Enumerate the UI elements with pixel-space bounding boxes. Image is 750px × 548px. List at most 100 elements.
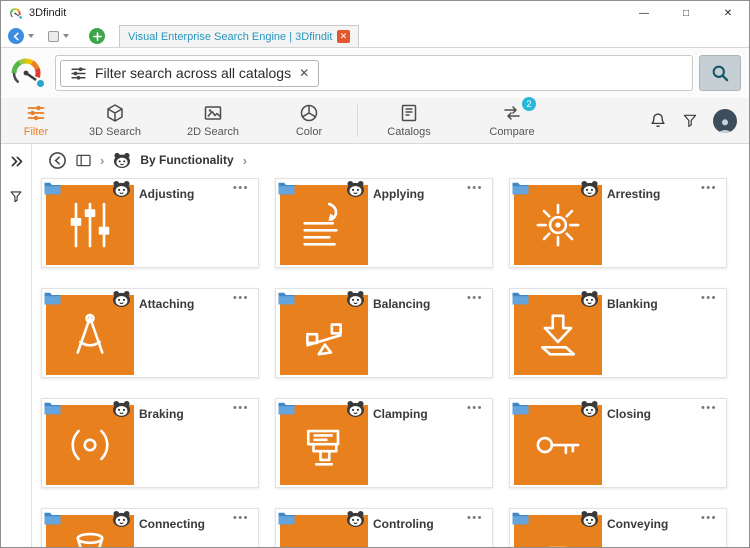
folder-icon — [278, 401, 295, 415]
search-button[interactable] — [699, 55, 741, 91]
sliders-sketch-icon — [62, 197, 118, 253]
apply-lines-sketch-icon — [296, 197, 352, 253]
card-title: Applying — [373, 187, 424, 201]
tab-close-button[interactable]: ✕ — [337, 30, 350, 43]
card-title: Closing — [607, 407, 651, 421]
nav-history-dropdown-icon[interactable] — [63, 34, 69, 38]
expand-sidebar-icon[interactable] — [9, 154, 24, 169]
close-button[interactable]: ✕ — [707, 1, 749, 25]
category-card-adjusting[interactable]: Adjusting ••• — [41, 178, 259, 268]
nav-history-button[interactable] — [48, 31, 59, 42]
card-menu-button[interactable]: ••• — [701, 182, 717, 194]
folder-icon — [512, 401, 529, 415]
overview-icon[interactable] — [76, 154, 91, 167]
active-tab[interactable]: Visual Enterprise Search Engine | 3Dfind… — [119, 25, 359, 47]
card-menu-button[interactable]: ••• — [233, 182, 249, 194]
catalog-card-icon — [399, 103, 419, 123]
card-menu-button[interactable]: ••• — [701, 402, 717, 414]
category-card-braking[interactable]: Braking ••• — [41, 398, 259, 488]
mascot-badge-icon — [112, 180, 131, 197]
chip-close-icon[interactable]: ✕ — [299, 66, 309, 80]
toolbar-compare-label: Compare — [489, 126, 534, 138]
toolbar-compare-button[interactable]: 2 Compare — [480, 103, 544, 138]
picture-icon — [203, 103, 223, 123]
toolbar-3d-search-button[interactable]: 3D Search — [83, 103, 147, 138]
category-card-conveying[interactable]: Conveying ••• — [509, 508, 727, 547]
punch-arrow-sketch-icon — [530, 307, 586, 363]
plus-icon — [93, 32, 102, 41]
card-thumbnail — [514, 405, 602, 485]
category-card-applying[interactable]: Applying ••• — [275, 178, 493, 268]
card-title: Adjusting — [139, 187, 194, 201]
card-menu-button[interactable]: ••• — [233, 512, 249, 524]
category-card-balancing[interactable]: Balancing ••• — [275, 288, 493, 378]
search-box[interactable]: Filter search across all catalogs ✕ — [55, 55, 693, 91]
card-menu-button[interactable]: ••• — [467, 182, 483, 194]
funnel-icon[interactable] — [682, 112, 698, 129]
category-grid: Adjusting ••• Applying ••• Arresting ••• — [32, 176, 749, 547]
card-menu-button[interactable]: ••• — [701, 512, 717, 524]
mascot-badge-icon — [346, 180, 365, 197]
maximize-button[interactable]: □ — [665, 1, 707, 25]
arrow-left-icon — [12, 32, 21, 41]
balance-sketch-icon — [296, 307, 352, 363]
search-input[interactable] — [325, 56, 688, 90]
card-menu-button[interactable]: ••• — [233, 402, 249, 414]
category-card-blanking[interactable]: Blanking ••• — [509, 288, 727, 378]
folder-icon — [44, 291, 61, 305]
toolbar-color-button[interactable]: Color — [285, 103, 333, 138]
nav-back-dropdown-icon[interactable] — [28, 34, 34, 38]
card-menu-button[interactable]: ••• — [467, 402, 483, 414]
folder-icon — [278, 511, 295, 525]
card-title: Balancing — [373, 297, 430, 311]
category-card-connecting[interactable]: Connecting ••• — [41, 508, 259, 547]
mascot-badge-icon — [580, 510, 599, 527]
card-thumbnail — [514, 295, 602, 375]
title-bar: 3Dfindit — □ ✕ — [1, 1, 749, 25]
sidebar-filter-icon[interactable] — [9, 189, 23, 204]
category-card-attaching[interactable]: Attaching ••• — [41, 288, 259, 378]
card-menu-button[interactable]: ••• — [233, 292, 249, 304]
card-thumbnail — [280, 405, 368, 485]
compare-arrows-icon — [502, 103, 522, 123]
category-card-closing[interactable]: Closing ••• — [509, 398, 727, 488]
new-tab-button[interactable] — [89, 28, 105, 44]
toolbar-3d-search-label: 3D Search — [89, 126, 141, 138]
content-area: › By Functionality › Adjusting ••• — [32, 144, 749, 547]
category-card-controling[interactable]: Controling ••• — [275, 508, 493, 547]
search-filter-chip[interactable]: Filter search across all catalogs ✕ — [60, 60, 319, 87]
user-avatar[interactable] — [713, 109, 737, 133]
toolbar-2d-search-button[interactable]: 2D Search — [181, 103, 245, 138]
key-sketch-icon — [530, 417, 586, 473]
sliders-icon — [70, 65, 87, 82]
clamp-sketch-icon — [296, 417, 352, 473]
screw-cone-sketch-icon — [62, 527, 118, 547]
mascot-icon — [113, 152, 131, 168]
bell-icon[interactable] — [649, 111, 667, 130]
breadcrumb-current[interactable]: By Functionality — [140, 153, 233, 167]
toolbar-filter-button[interactable]: Filter — [13, 103, 59, 138]
mascot-badge-icon — [346, 290, 365, 307]
folder-icon — [512, 291, 529, 305]
filter-chip-label: Filter search across all catalogs — [95, 65, 291, 81]
minimize-button[interactable]: — — [623, 1, 665, 25]
mascot-badge-icon — [580, 290, 599, 307]
breadcrumb-back-icon[interactable] — [48, 151, 67, 170]
category-card-clamping[interactable]: Clamping ••• — [275, 398, 493, 488]
search-bar: Filter search across all catalogs ✕ — [1, 48, 749, 98]
card-title: Controling — [373, 517, 434, 531]
category-card-arresting[interactable]: Arresting ••• — [509, 178, 727, 268]
card-menu-button[interactable]: ••• — [467, 512, 483, 524]
brake-drum-sketch-icon — [62, 417, 118, 473]
card-menu-button[interactable]: ••• — [701, 292, 717, 304]
card-thumbnail — [514, 185, 602, 265]
gauge-sketch-icon — [296, 527, 352, 547]
folder-icon — [512, 511, 529, 525]
color-wheel-icon — [299, 103, 319, 123]
mascot-badge-icon — [580, 180, 599, 197]
toolbar-catalogs-button[interactable]: Catalogs — [380, 103, 438, 138]
tab-bar: Visual Enterprise Search Engine | 3Dfind… — [1, 25, 749, 48]
card-menu-button[interactable]: ••• — [467, 292, 483, 304]
compare-badge: 2 — [522, 97, 536, 111]
nav-back-button[interactable] — [8, 28, 24, 44]
